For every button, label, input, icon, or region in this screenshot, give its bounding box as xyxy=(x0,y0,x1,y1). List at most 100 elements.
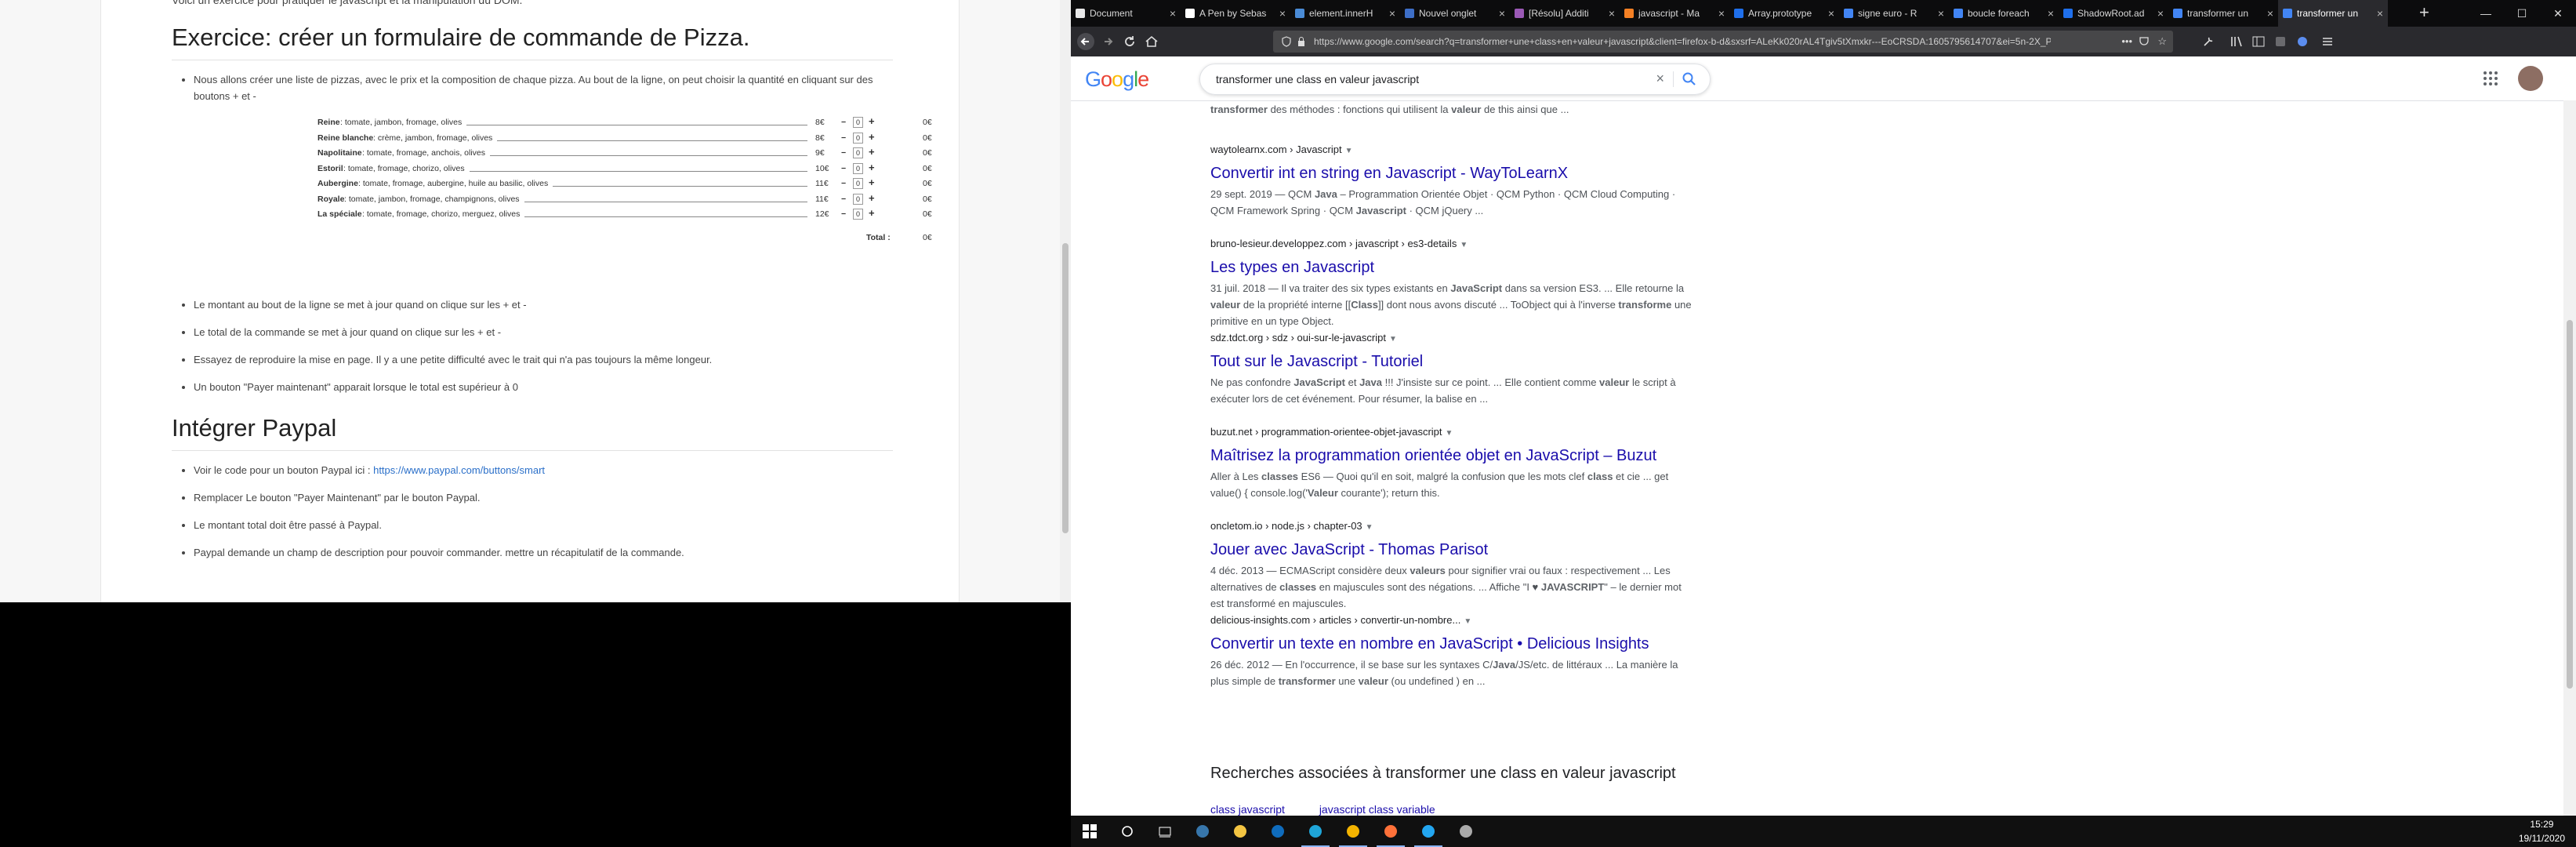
result-url[interactable]: oncletom.io › node.js › chapter-03 ▼ xyxy=(1210,519,1696,535)
paypal-link[interactable]: https://www.paypal.com/buttons/smart xyxy=(373,464,545,476)
document-scrollbar[interactable] xyxy=(1060,0,1071,602)
quantity-field[interactable]: 0 xyxy=(853,162,863,174)
browser-tab[interactable]: A Pen by Sebas × xyxy=(1181,0,1290,27)
result-title-link[interactable]: Les types en Javascript xyxy=(1210,257,1696,278)
result-title-link[interactable]: Maîtrisez la programmation orientée obje… xyxy=(1210,445,1696,466)
result-menu-icon[interactable]: ▼ xyxy=(1366,523,1373,532)
decrease-quantity-button[interactable]: − xyxy=(841,209,846,219)
search-icon[interactable] xyxy=(1682,71,1697,87)
close-tab-icon[interactable]: × xyxy=(2048,0,2054,27)
close-tab-icon[interactable]: × xyxy=(1609,0,1615,27)
vscode-taskbar-button[interactable] xyxy=(1410,816,1447,847)
browser-tab[interactable]: element.innerH × xyxy=(1290,0,1400,27)
increase-quantity-button[interactable]: + xyxy=(869,115,875,127)
decrease-quantity-button[interactable]: − xyxy=(841,133,846,143)
browser-tab[interactable]: boucle foreach × xyxy=(1949,0,2059,27)
bookmark-star-icon[interactable]: ☆ xyxy=(2157,31,2167,53)
result-menu-icon[interactable]: ▼ xyxy=(1389,335,1397,344)
browser-tab[interactable]: transformer un × xyxy=(2168,0,2278,27)
back-button[interactable] xyxy=(1077,33,1094,50)
close-tab-icon[interactable]: × xyxy=(1938,0,1944,27)
quantity-field[interactable]: 0 xyxy=(853,117,863,128)
close-tab-icon[interactable]: × xyxy=(1499,0,1505,27)
close-window-button[interactable]: ✕ xyxy=(2540,0,2576,27)
decrease-quantity-button[interactable]: − xyxy=(841,118,846,127)
result-title-link[interactable]: Jouer avec JavaScript - Thomas Parisot xyxy=(1210,540,1696,560)
library-icon[interactable] xyxy=(2228,33,2245,50)
extension-icon[interactable] xyxy=(2294,33,2311,50)
system-clock[interactable]: 15:29 19/11/2020 xyxy=(2519,817,2565,845)
increase-quantity-button[interactable]: + xyxy=(869,162,875,173)
result-url[interactable]: delicious-insights.com › articles › conv… xyxy=(1210,613,1696,629)
browser-tab[interactable]: [Résolu] Additi × xyxy=(1510,0,1620,27)
close-tab-icon[interactable]: × xyxy=(2157,0,2164,27)
result-url[interactable]: bruno-lesieur.developpez.com › javascrip… xyxy=(1210,237,1696,253)
result-url[interactable]: sdz.tdct.org › sdz › oui-sur-le-javascri… xyxy=(1210,331,1696,347)
scrollbar-thumb[interactable] xyxy=(1062,243,1068,533)
result-menu-icon[interactable]: ▼ xyxy=(1446,429,1453,438)
quantity-field[interactable]: 0 xyxy=(853,193,863,205)
related-search-link[interactable]: class javascript xyxy=(1210,803,1285,816)
decrease-quantity-button[interactable]: − xyxy=(841,179,846,188)
related-search-link[interactable]: javascript class variable xyxy=(1319,803,1435,816)
reload-button[interactable] xyxy=(1121,33,1138,50)
browser-tab[interactable]: javascript - Ma × xyxy=(1620,0,1729,27)
scrollbar-thumb[interactable] xyxy=(2567,320,2573,689)
increase-quantity-button[interactable]: + xyxy=(869,207,875,219)
increase-quantity-button[interactable]: + xyxy=(869,192,875,204)
search-box[interactable]: × xyxy=(1199,64,1711,95)
google-logo[interactable]: Google xyxy=(1085,67,1149,92)
result-title-link[interactable]: Convertir un texte en nombre en JavaScri… xyxy=(1210,634,1696,654)
python-taskbar-button[interactable] xyxy=(1184,816,1221,847)
minimize-button[interactable]: — xyxy=(2468,0,2504,27)
decrease-quantity-button[interactable]: − xyxy=(841,148,846,158)
results-scrollbar[interactable] xyxy=(2563,100,2576,816)
pocket-icon[interactable] xyxy=(2139,31,2150,53)
quantity-field[interactable]: 0 xyxy=(853,147,863,158)
account-avatar[interactable] xyxy=(2518,66,2543,91)
quantity-field[interactable]: 0 xyxy=(853,209,863,220)
outlook-taskbar-button[interactable] xyxy=(1259,816,1297,847)
quantity-field[interactable]: 0 xyxy=(853,178,863,189)
file-explorer-taskbar-button[interactable] xyxy=(1221,816,1259,847)
edge-taskbar-button[interactable] xyxy=(1297,816,1334,847)
close-tab-icon[interactable]: × xyxy=(2267,0,2273,27)
windows-start-taskbar-button[interactable] xyxy=(1071,816,1108,847)
result-url[interactable]: buzut.net › programmation-orientee-objet… xyxy=(1210,425,1696,441)
browser-tab[interactable]: signe euro - R × xyxy=(1839,0,1949,27)
increase-quantity-button[interactable]: + xyxy=(869,176,875,188)
result-menu-icon[interactable]: ▼ xyxy=(1460,241,1468,249)
search-input[interactable] xyxy=(1214,71,1656,88)
result-title-link[interactable]: Tout sur le Javascript - Tutoriel xyxy=(1210,351,1696,372)
close-tab-icon[interactable]: × xyxy=(1279,0,1286,27)
photos-taskbar-button[interactable] xyxy=(1447,816,1485,847)
menu-icon[interactable] xyxy=(2319,33,2336,50)
browser-tab[interactable]: ShadowRoot.ad × xyxy=(2059,0,2168,27)
firefox-taskbar-button[interactable] xyxy=(1372,816,1410,847)
result-title-link[interactable]: Convertir int en string en Javascript - … xyxy=(1210,163,1696,184)
result-menu-icon[interactable]: ▼ xyxy=(1345,147,1353,155)
quantity-field[interactable]: 0 xyxy=(853,132,863,144)
increase-quantity-button[interactable]: + xyxy=(869,146,875,158)
close-tab-icon[interactable]: × xyxy=(1170,0,1176,27)
browser-tab[interactable]: Array.prototype × xyxy=(1729,0,1839,27)
close-tab-icon[interactable]: × xyxy=(2377,0,2383,27)
lock-icon[interactable] xyxy=(1297,31,1306,53)
increase-quantity-button[interactable]: + xyxy=(869,131,875,143)
close-tab-icon[interactable]: × xyxy=(1389,0,1395,27)
maximize-button[interactable]: ☐ xyxy=(2504,0,2540,27)
forward-button[interactable] xyxy=(1099,33,1116,50)
result-url[interactable]: waytolearnx.com › Javascript ▼ xyxy=(1210,143,1696,158)
new-tab-button[interactable]: + xyxy=(2419,0,2429,27)
clear-search-icon[interactable]: × xyxy=(1656,71,1664,86)
decrease-quantity-button[interactable]: − xyxy=(841,164,846,173)
google-apps-icon[interactable] xyxy=(2482,70,2499,87)
sidebar-icon[interactable] xyxy=(2250,33,2267,50)
shield-icon[interactable] xyxy=(1281,31,1292,53)
chrome-taskbar-button[interactable] xyxy=(1334,816,1372,847)
result-menu-icon[interactable]: ▼ xyxy=(1464,617,1471,626)
home-button[interactable] xyxy=(1143,33,1160,50)
extension-icon[interactable] xyxy=(2272,33,2289,50)
task-view-taskbar-button[interactable] xyxy=(1146,816,1184,847)
url-bar[interactable]: https://www.google.com/search?q=transfor… xyxy=(1273,31,2173,53)
